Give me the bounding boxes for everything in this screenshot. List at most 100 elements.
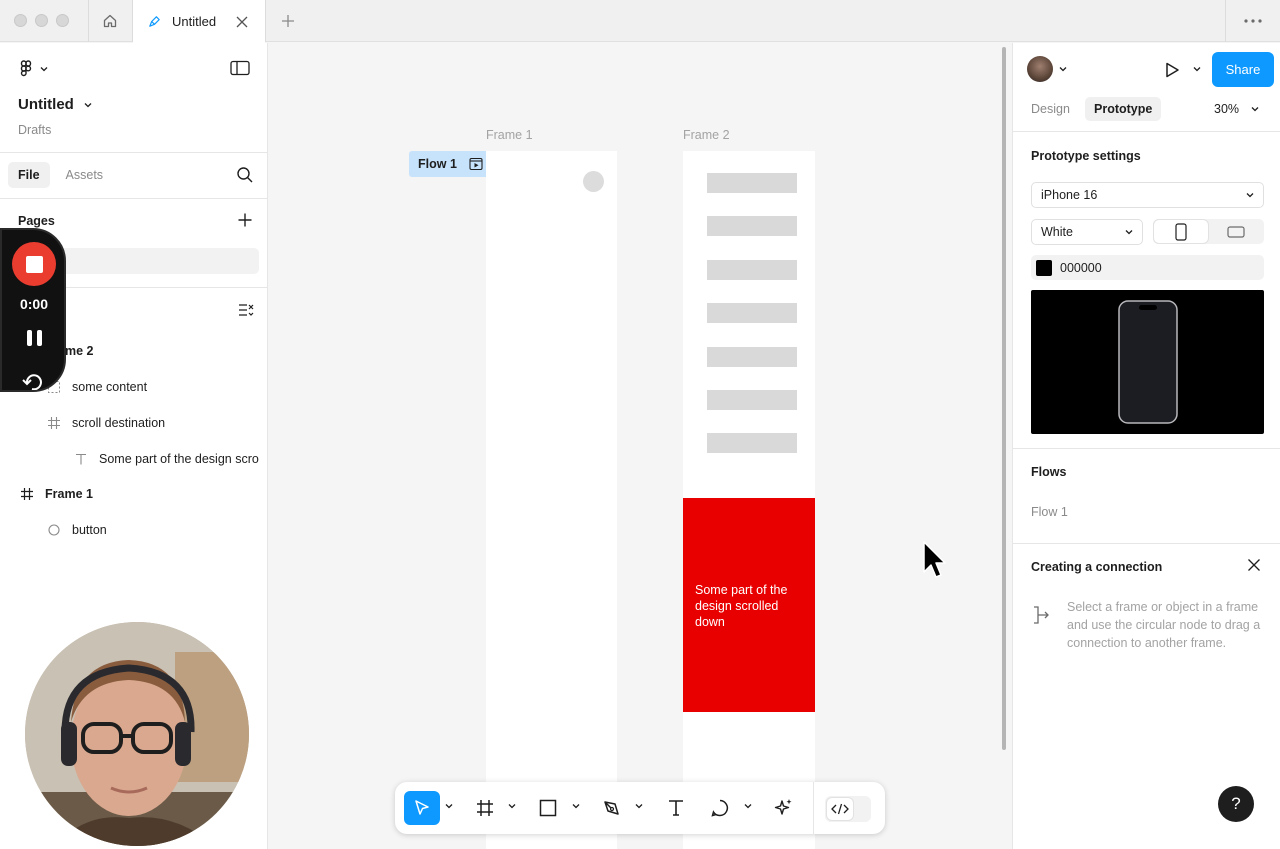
comment-icon xyxy=(711,799,729,817)
layer-name: Frame 1 xyxy=(45,487,93,501)
present-button[interactable] xyxy=(1163,61,1181,79)
text-tool-button[interactable] xyxy=(664,791,688,825)
main-menu-button[interactable] xyxy=(16,59,48,79)
zoom-window-button[interactable] xyxy=(56,14,69,27)
add-page-button[interactable] xyxy=(237,212,253,228)
shape-tool-button[interactable] xyxy=(536,791,560,825)
divider xyxy=(1013,448,1280,449)
frame-tool-button[interactable] xyxy=(473,791,497,825)
frame-2-label[interactable]: Frame 2 xyxy=(683,128,730,142)
layer-name: scroll destination xyxy=(72,416,166,430)
collapse-layers-button[interactable] xyxy=(237,302,255,318)
title-bar: Untitled xyxy=(0,0,1280,43)
phone-landscape-icon xyxy=(1227,225,1245,238)
model-color-select[interactable]: White xyxy=(1031,219,1143,245)
frame-1[interactable] xyxy=(486,151,617,849)
zoom-dropdown[interactable]: 30% xyxy=(1214,102,1259,116)
share-button[interactable]: Share xyxy=(1212,52,1274,87)
play-icon xyxy=(1166,62,1179,78)
close-connection-tip-button[interactable] xyxy=(1247,558,1261,572)
help-button[interactable]: ? xyxy=(1218,786,1254,822)
flow-list-item[interactable]: Flow 1 xyxy=(1031,505,1068,519)
chevron-down-icon[interactable] xyxy=(508,802,516,810)
file-name-button[interactable]: Untitled xyxy=(18,96,92,113)
tab-title: Untitled xyxy=(172,14,217,29)
pen-icon xyxy=(149,16,160,27)
frame-icon xyxy=(19,486,35,502)
close-icon xyxy=(236,16,248,27)
restart-recording-button[interactable] xyxy=(22,374,44,390)
actions-tool-button[interactable] xyxy=(772,791,796,825)
cursor-icon xyxy=(923,541,946,578)
layer-scroll-destination[interactable]: scroll destination xyxy=(0,409,268,437)
connection-heading: Creating a connection xyxy=(1031,560,1163,574)
tab-file[interactable]: File xyxy=(8,162,50,188)
mouse-cursor xyxy=(922,540,948,580)
scroll-destination[interactable]: Some part of the design scrolled down xyxy=(683,498,815,712)
new-tab-button[interactable] xyxy=(278,11,298,31)
connection-icon xyxy=(1031,605,1051,625)
search-layers-button[interactable] xyxy=(236,166,254,184)
divider xyxy=(1013,543,1280,544)
sparkle-icon xyxy=(774,799,792,815)
prototype-settings-heading: Prototype settings xyxy=(1031,149,1141,163)
layer-button[interactable]: button xyxy=(0,516,268,544)
layer-text[interactable]: Some part of the design scro xyxy=(0,445,268,473)
comment-tool-button[interactable] xyxy=(708,791,732,825)
placeholder-bar xyxy=(707,173,797,193)
window-controls xyxy=(14,14,69,27)
more-options-button[interactable] xyxy=(1240,11,1266,31)
chevron-down-icon[interactable] xyxy=(744,802,752,810)
toggle-sidebar-button[interactable] xyxy=(230,60,250,76)
home-button[interactable] xyxy=(96,10,124,32)
divider xyxy=(88,0,89,42)
plus-icon xyxy=(238,213,252,227)
chevron-down-icon[interactable] xyxy=(1193,65,1201,73)
landscape-button[interactable] xyxy=(1209,220,1263,243)
canvas-scrollbar[interactable] xyxy=(1002,47,1006,750)
chevron-down-icon xyxy=(1125,230,1133,235)
pause-recording-button[interactable] xyxy=(24,330,44,350)
bottom-toolbar xyxy=(395,782,885,834)
stop-recording-button[interactable] xyxy=(12,242,56,286)
layer-frame-1[interactable]: Frame 1 xyxy=(0,480,268,508)
tab-prototype[interactable]: Prototype xyxy=(1085,97,1162,121)
portrait-button[interactable] xyxy=(1154,220,1208,243)
list-collapse-icon xyxy=(239,304,254,316)
close-tab-button[interactable] xyxy=(233,13,251,31)
close-window-button[interactable] xyxy=(14,14,27,27)
file-location[interactable]: Drafts xyxy=(18,123,51,137)
zoom-level: 30% xyxy=(1214,102,1240,116)
placeholder-bar xyxy=(707,303,797,323)
frame-2[interactable]: Some part of the design scrolled down xyxy=(683,151,815,849)
background-hex[interactable]: 000000 xyxy=(1060,261,1102,275)
flows-heading: Flows xyxy=(1031,465,1067,479)
chevron-down-icon[interactable] xyxy=(572,802,580,810)
scroll-destination-text[interactable]: Some part of the design scrolled down xyxy=(695,583,787,629)
device-select[interactable]: iPhone 16 xyxy=(1031,182,1264,208)
flow-starting-point[interactable]: Flow 1 xyxy=(409,151,486,177)
design-canvas[interactable]: Frame 1 Frame 2 Flow 1 Some part of the … xyxy=(269,43,1011,849)
text-icon xyxy=(669,800,683,816)
file-tab[interactable]: Untitled xyxy=(133,0,265,43)
frame-1-label[interactable]: Frame 1 xyxy=(486,128,533,142)
chevron-down-icon xyxy=(1246,193,1254,198)
color-swatch[interactable] xyxy=(1036,259,1052,276)
chevron-down-icon[interactable] xyxy=(635,802,643,810)
pen-tool-button[interactable] xyxy=(600,791,624,825)
tab-design[interactable]: Design xyxy=(1022,97,1079,121)
avatar[interactable] xyxy=(1027,56,1053,82)
move-tool-button[interactable] xyxy=(404,791,440,825)
dev-mode-knob xyxy=(827,798,853,820)
move-pointer-icon xyxy=(415,800,429,815)
tab-assets[interactable]: Assets xyxy=(56,162,114,188)
model-color-value: White xyxy=(1041,225,1073,239)
button-ellipse[interactable] xyxy=(583,171,604,192)
background-color-field[interactable]: 000000 xyxy=(1031,255,1264,280)
present-flow-icon[interactable] xyxy=(469,157,483,171)
chevron-down-icon[interactable] xyxy=(1059,65,1067,73)
frame-icon xyxy=(477,800,493,816)
dev-mode-toggle[interactable] xyxy=(825,796,871,822)
chevron-down-icon[interactable] xyxy=(445,802,453,810)
minimize-window-button[interactable] xyxy=(35,14,48,27)
